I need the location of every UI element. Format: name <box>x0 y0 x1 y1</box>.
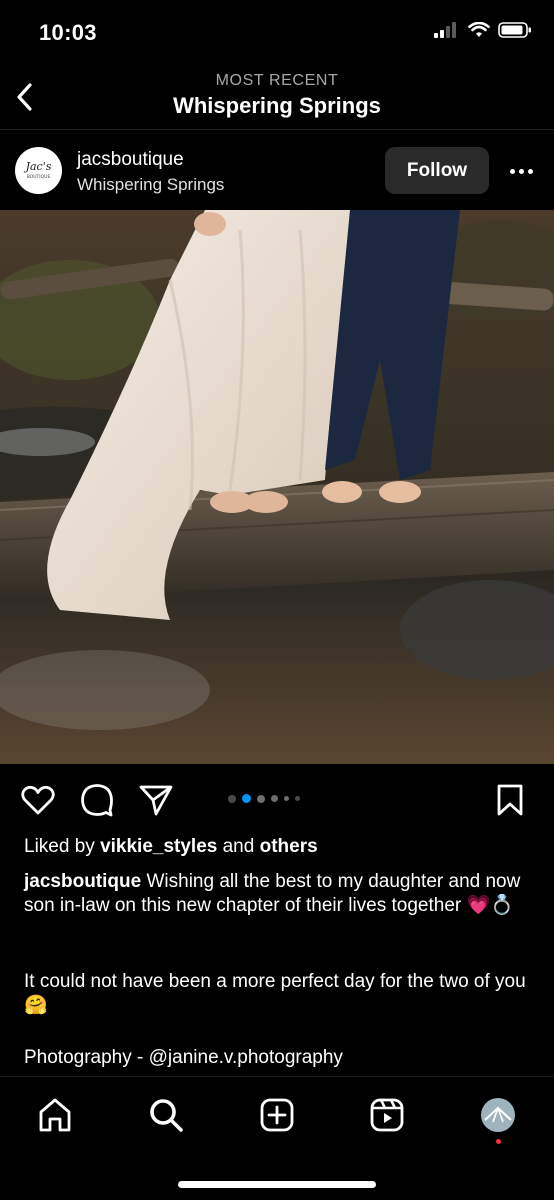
header-subtitle: MOST RECENT <box>215 72 339 89</box>
caption-username[interactable]: jacsboutique <box>24 871 141 892</box>
more-dot-icon <box>527 168 533 174</box>
like-button[interactable] <box>20 782 56 818</box>
post-caption: jacsboutique Wishing all the best to my … <box>24 870 534 918</box>
nav-profile[interactable] <box>478 1095 518 1135</box>
comment-button[interactable] <box>79 782 115 818</box>
page-title: Whispering Springs <box>173 93 381 118</box>
home-indicator <box>178 1181 376 1188</box>
header: MOST RECENT Whispering Springs <box>0 64 554 130</box>
plus-square-icon <box>260 1098 294 1132</box>
paper-plane-icon <box>139 785 173 816</box>
avatar-logo-subtext: BOUTIQUE <box>27 174 51 180</box>
carousel-dot <box>271 795 278 802</box>
post-username[interactable]: jacsboutique <box>77 149 184 171</box>
carousel-dot <box>257 794 265 803</box>
more-options-button[interactable] <box>505 159 537 183</box>
heart-icon <box>21 785 55 815</box>
likes-user[interactable]: vikkie_styles <box>100 836 217 857</box>
likes-others[interactable]: others <box>260 836 318 857</box>
caption-paragraph: It could not have been a more perfect da… <box>24 971 526 1016</box>
carousel-indicator <box>228 794 300 803</box>
more-dot-icon <box>509 168 515 174</box>
search-icon <box>150 1099 183 1132</box>
more-dot-icon <box>518 168 524 174</box>
save-button[interactable] <box>492 782 528 818</box>
wifi-icon <box>468 22 490 37</box>
status-bar: 10:03 <box>0 0 554 64</box>
post-location[interactable]: Whispering Springs <box>77 175 224 195</box>
status-time: 10:03 <box>39 20 97 45</box>
likes-summary[interactable]: Liked by vikkie_styles and others <box>24 836 318 858</box>
nav-create[interactable] <box>257 1095 297 1135</box>
carousel-dot <box>228 794 236 803</box>
home-icon <box>39 1098 71 1132</box>
status-icons <box>434 22 532 38</box>
signal-icon <box>434 22 456 38</box>
carousel-dot <box>295 796 300 801</box>
nav-home[interactable] <box>35 1095 75 1135</box>
profile-avatar <box>481 1098 515 1132</box>
carousel-dot-active <box>242 794 251 803</box>
likes-prefix: Liked by <box>24 836 95 857</box>
bookmark-icon <box>497 784 523 816</box>
post-photo[interactable] <box>0 210 554 764</box>
carousel-dot <box>284 796 289 801</box>
reels-icon <box>370 1098 404 1132</box>
likes-conjunction: and <box>222 836 255 857</box>
notification-dot <box>496 1139 501 1144</box>
share-button[interactable] <box>138 782 174 818</box>
avatar-logo-text: Jac's <box>24 160 52 173</box>
post-actions <box>0 764 554 834</box>
nav-search[interactable] <box>146 1095 186 1135</box>
caption-paragraph: Photography - @janine.v.photography <box>24 1047 343 1068</box>
battery-icon <box>498 22 531 38</box>
comment-icon <box>81 784 113 817</box>
avatar[interactable]: Jac's BOUTIQUE <box>15 147 62 194</box>
follow-button[interactable]: Follow <box>385 147 489 194</box>
post-header: Jac's BOUTIQUE jacsboutique Whispering S… <box>0 131 554 210</box>
nav-reels[interactable] <box>367 1095 407 1135</box>
